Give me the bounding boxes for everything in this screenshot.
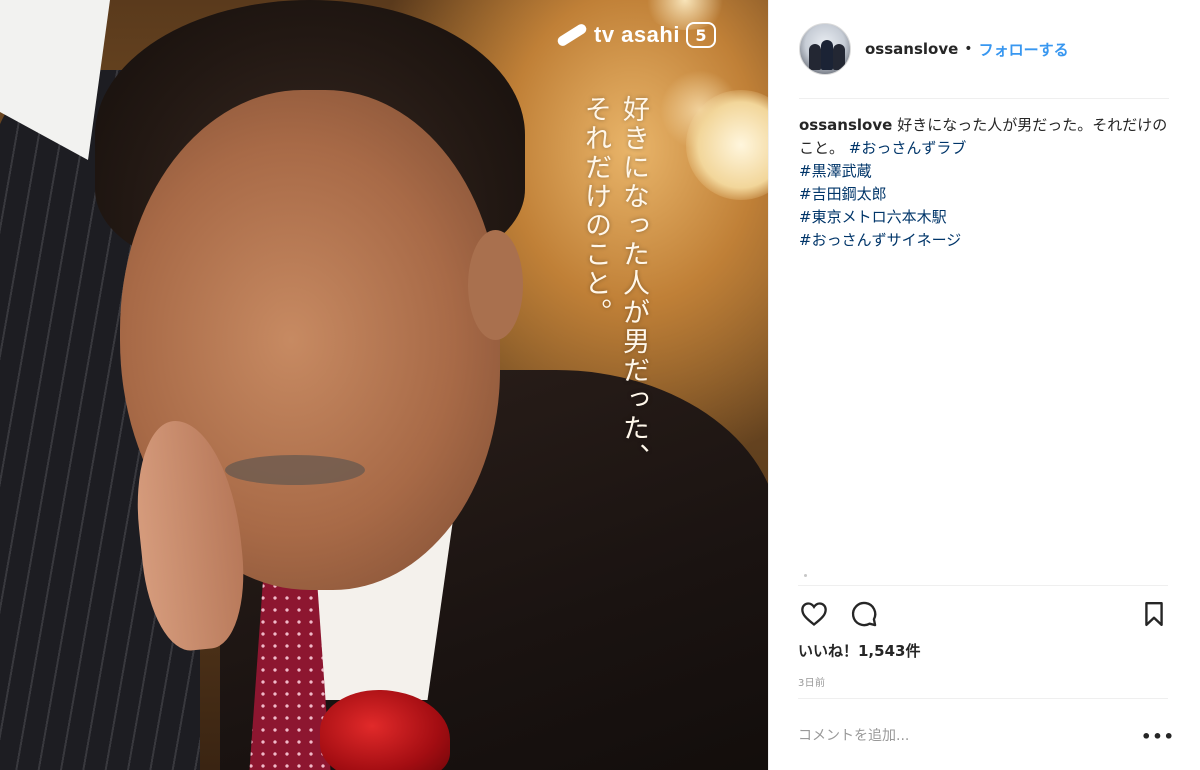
comment-bar: ••• — [798, 716, 1174, 756]
post-actions-area: いいね！1,543件 3日前 ••• — [768, 0, 1200, 770]
divider — [798, 698, 1168, 699]
moustache — [225, 455, 365, 485]
divider — [798, 585, 1168, 586]
comment-input[interactable] — [798, 728, 1146, 744]
more-options-icon[interactable]: ••• — [1141, 724, 1174, 748]
bookmark-icon[interactable] — [1138, 598, 1170, 630]
tv-asahi-logo: tv asahi 5 — [555, 22, 716, 48]
man-ear — [468, 230, 523, 340]
channel-badge: 5 — [685, 22, 716, 48]
heart-icon[interactable] — [798, 598, 830, 630]
logo-slash-icon — [555, 22, 589, 48]
comment-icon[interactable] — [848, 598, 880, 630]
like-count[interactable]: いいね！1,543件 — [798, 640, 920, 661]
poster-text-line-2: それだけのこと。 — [580, 95, 612, 327]
logo-text: tv asahi — [594, 22, 680, 47]
post-image[interactable]: tv asahi 5 好きになった人が男だった、 それだけのこと。 — [0, 0, 768, 770]
post-timestamp[interactable]: 3日前 — [798, 674, 825, 689]
action-bar — [798, 598, 1170, 630]
poster-text-line-1: 好きになった人が男だった、 — [618, 95, 650, 472]
